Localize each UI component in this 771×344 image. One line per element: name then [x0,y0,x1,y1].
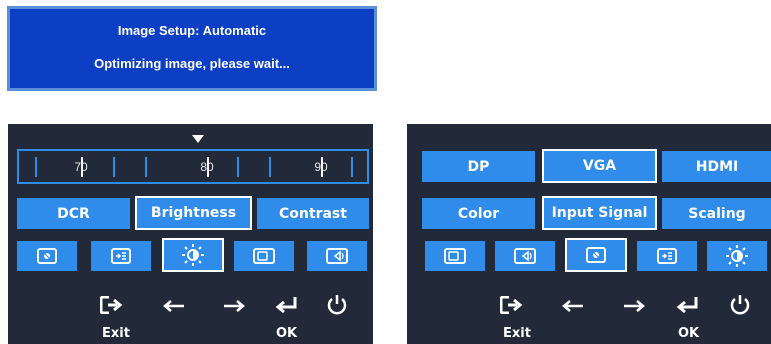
banner-message: Optimizing image, please wait... [94,56,290,71]
volume-monitor-icon [514,248,536,264]
volume-monitor-icon [326,248,348,264]
brightness-slider[interactable]: 70 80 90 [17,149,369,184]
picture-settings-button[interactable] [565,238,627,272]
input-select-button[interactable] [637,241,697,271]
right-arrow-icon[interactable] [223,300,245,312]
slider-label-70: 70 [74,160,88,174]
brightness-settings-button[interactable] [707,241,767,271]
input-signal-button[interactable]: Input Signal [542,196,657,230]
brightness-button[interactable]: Brightness [135,196,252,230]
scaling-button[interactable]: Scaling [662,198,771,229]
exit-label: Exit [503,326,531,341]
slider-tick [351,157,353,177]
input-select-icon [111,248,131,264]
slider-label-80: 80 [200,160,214,174]
slider-tick [113,157,115,177]
slider-tick [269,157,271,177]
contrast-button[interactable]: Contrast [257,198,369,229]
audio-settings-button[interactable] [307,241,367,271]
left-arrow-icon[interactable] [562,300,584,312]
monitor-icon [444,248,466,264]
color-button[interactable]: Color [422,198,535,229]
vga-button[interactable]: VGA [542,149,657,183]
monitor-settings-button[interactable] [425,241,485,271]
slider-pointer-icon [192,135,204,143]
enter-icon[interactable] [274,296,298,314]
brightness-icon [726,245,748,267]
banner-title: Image Setup: Automatic [117,23,267,38]
brightness-icon [182,244,204,266]
input-select-icon [657,248,677,264]
audio-settings-button[interactable] [495,241,555,271]
picture-icon [37,248,57,264]
osd-panel-left: 70 80 90 DCR Brightness Contrast Exit OK [8,124,373,344]
osd-panel-right: DP VGA HDMI Color Input Signal Scaling E… [407,124,771,344]
slider-tick [237,157,239,177]
power-icon[interactable] [326,294,348,316]
hdmi-button[interactable]: HDMI [662,151,771,182]
dp-button[interactable]: DP [422,151,535,182]
exit-label: Exit [102,326,130,341]
right-arrow-icon[interactable] [623,300,645,312]
power-icon[interactable] [729,294,751,316]
ok-label: OK [276,326,298,341]
monitor-icon [253,248,275,264]
exit-icon[interactable] [100,296,124,314]
picture-icon [586,247,606,263]
exit-icon[interactable] [500,296,524,314]
dcr-button[interactable]: DCR [17,198,130,229]
picture-settings-button[interactable] [17,241,77,271]
slider-tick [35,157,37,177]
enter-icon[interactable] [675,296,699,314]
brightness-settings-button[interactable] [162,238,224,272]
slider-tick [145,157,147,177]
left-arrow-icon[interactable] [163,300,185,312]
ok-label: OK [678,326,700,341]
monitor-settings-button[interactable] [234,241,294,271]
input-select-button[interactable] [91,241,151,271]
slider-label-90: 90 [314,160,328,174]
status-banner: Image Setup: Automatic Optimizing image,… [7,6,377,91]
